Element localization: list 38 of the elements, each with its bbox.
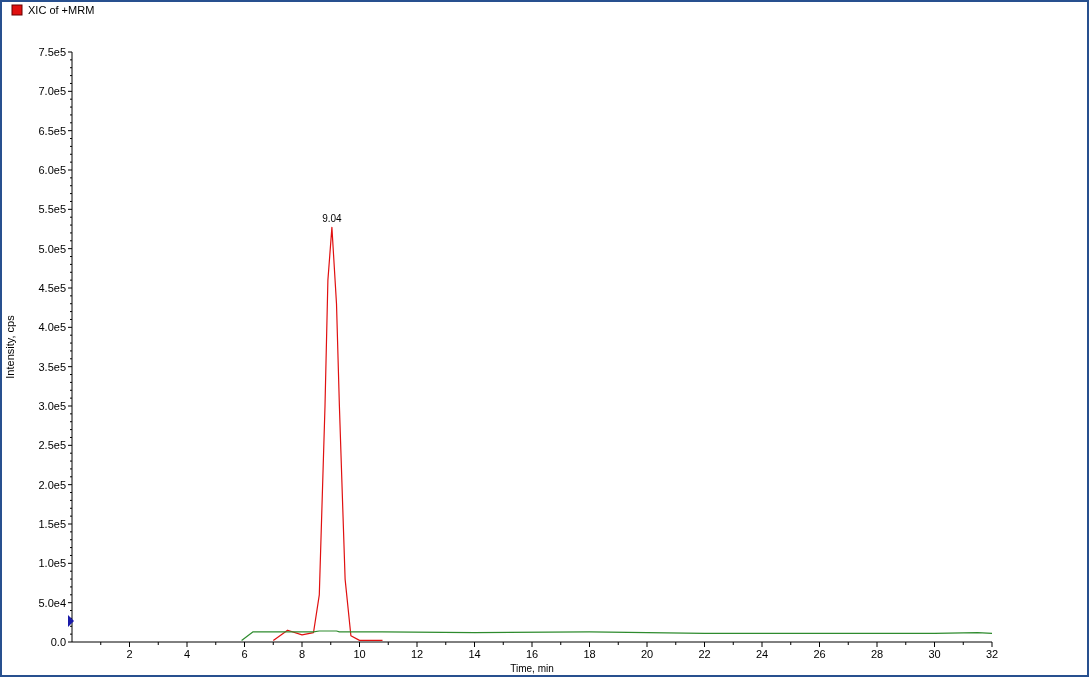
- legend-label: XIC of +MRM: [28, 4, 95, 16]
- x-tick-label: 26: [813, 648, 826, 660]
- legend-swatch: [11, 4, 23, 16]
- x-tick-label: 24: [755, 648, 769, 660]
- x-tick-label: 30: [928, 648, 941, 660]
- y-tick-label: 1.5e5: [38, 518, 66, 530]
- x-tick-label: 32: [985, 648, 999, 660]
- y-tick-label: 3.5e5: [38, 360, 66, 373]
- y-tick-label: 2.5e5: [38, 439, 66, 452]
- y-tick-label: 7.5e5: [38, 46, 66, 58]
- y-tick-label: 4.0e5: [38, 321, 66, 334]
- x-tick-label: 14: [468, 648, 481, 660]
- x-tick-label: 20: [640, 648, 654, 660]
- y-tick-label: 4.5e5: [38, 282, 66, 294]
- x-tick-label: 22: [698, 648, 711, 660]
- y-tick-label: 7.0e5: [38, 85, 66, 98]
- y-tick-label: 6.0e5: [38, 164, 66, 176]
- y-tick-label: 5.0e5: [38, 242, 66, 255]
- x-tick-label: 4: [183, 648, 191, 660]
- peak-label: 9.04: [322, 213, 342, 225]
- y-tick-label: 0.0: [50, 636, 66, 648]
- threshold-marker-icon[interactable]: [68, 615, 74, 627]
- x-tick-label: 28: [870, 648, 884, 660]
- y-axis-title: Intensity, cps: [4, 315, 16, 379]
- y-tick-label: 3.0e5: [38, 400, 66, 412]
- y-tick-label: 5.5e5: [38, 203, 66, 216]
- x-tick-label: 16: [525, 648, 539, 660]
- x-tick-label: 8: [298, 648, 306, 660]
- x-tick-label: 12: [410, 648, 424, 660]
- x-tick-label: 10: [353, 648, 366, 660]
- x-tick-label: 18: [583, 648, 596, 660]
- x-tick-label: 2: [126, 648, 133, 660]
- x-tick-label: 6: [241, 648, 248, 660]
- y-tick-label: 2.0e5: [38, 478, 66, 491]
- y-tick-label: 6.5e5: [38, 124, 66, 137]
- y-tick-label: 5.0e4: [38, 596, 66, 609]
- y-tick-label: 1.0e5: [38, 557, 66, 570]
- x-axis-title: Time, min: [510, 663, 554, 674]
